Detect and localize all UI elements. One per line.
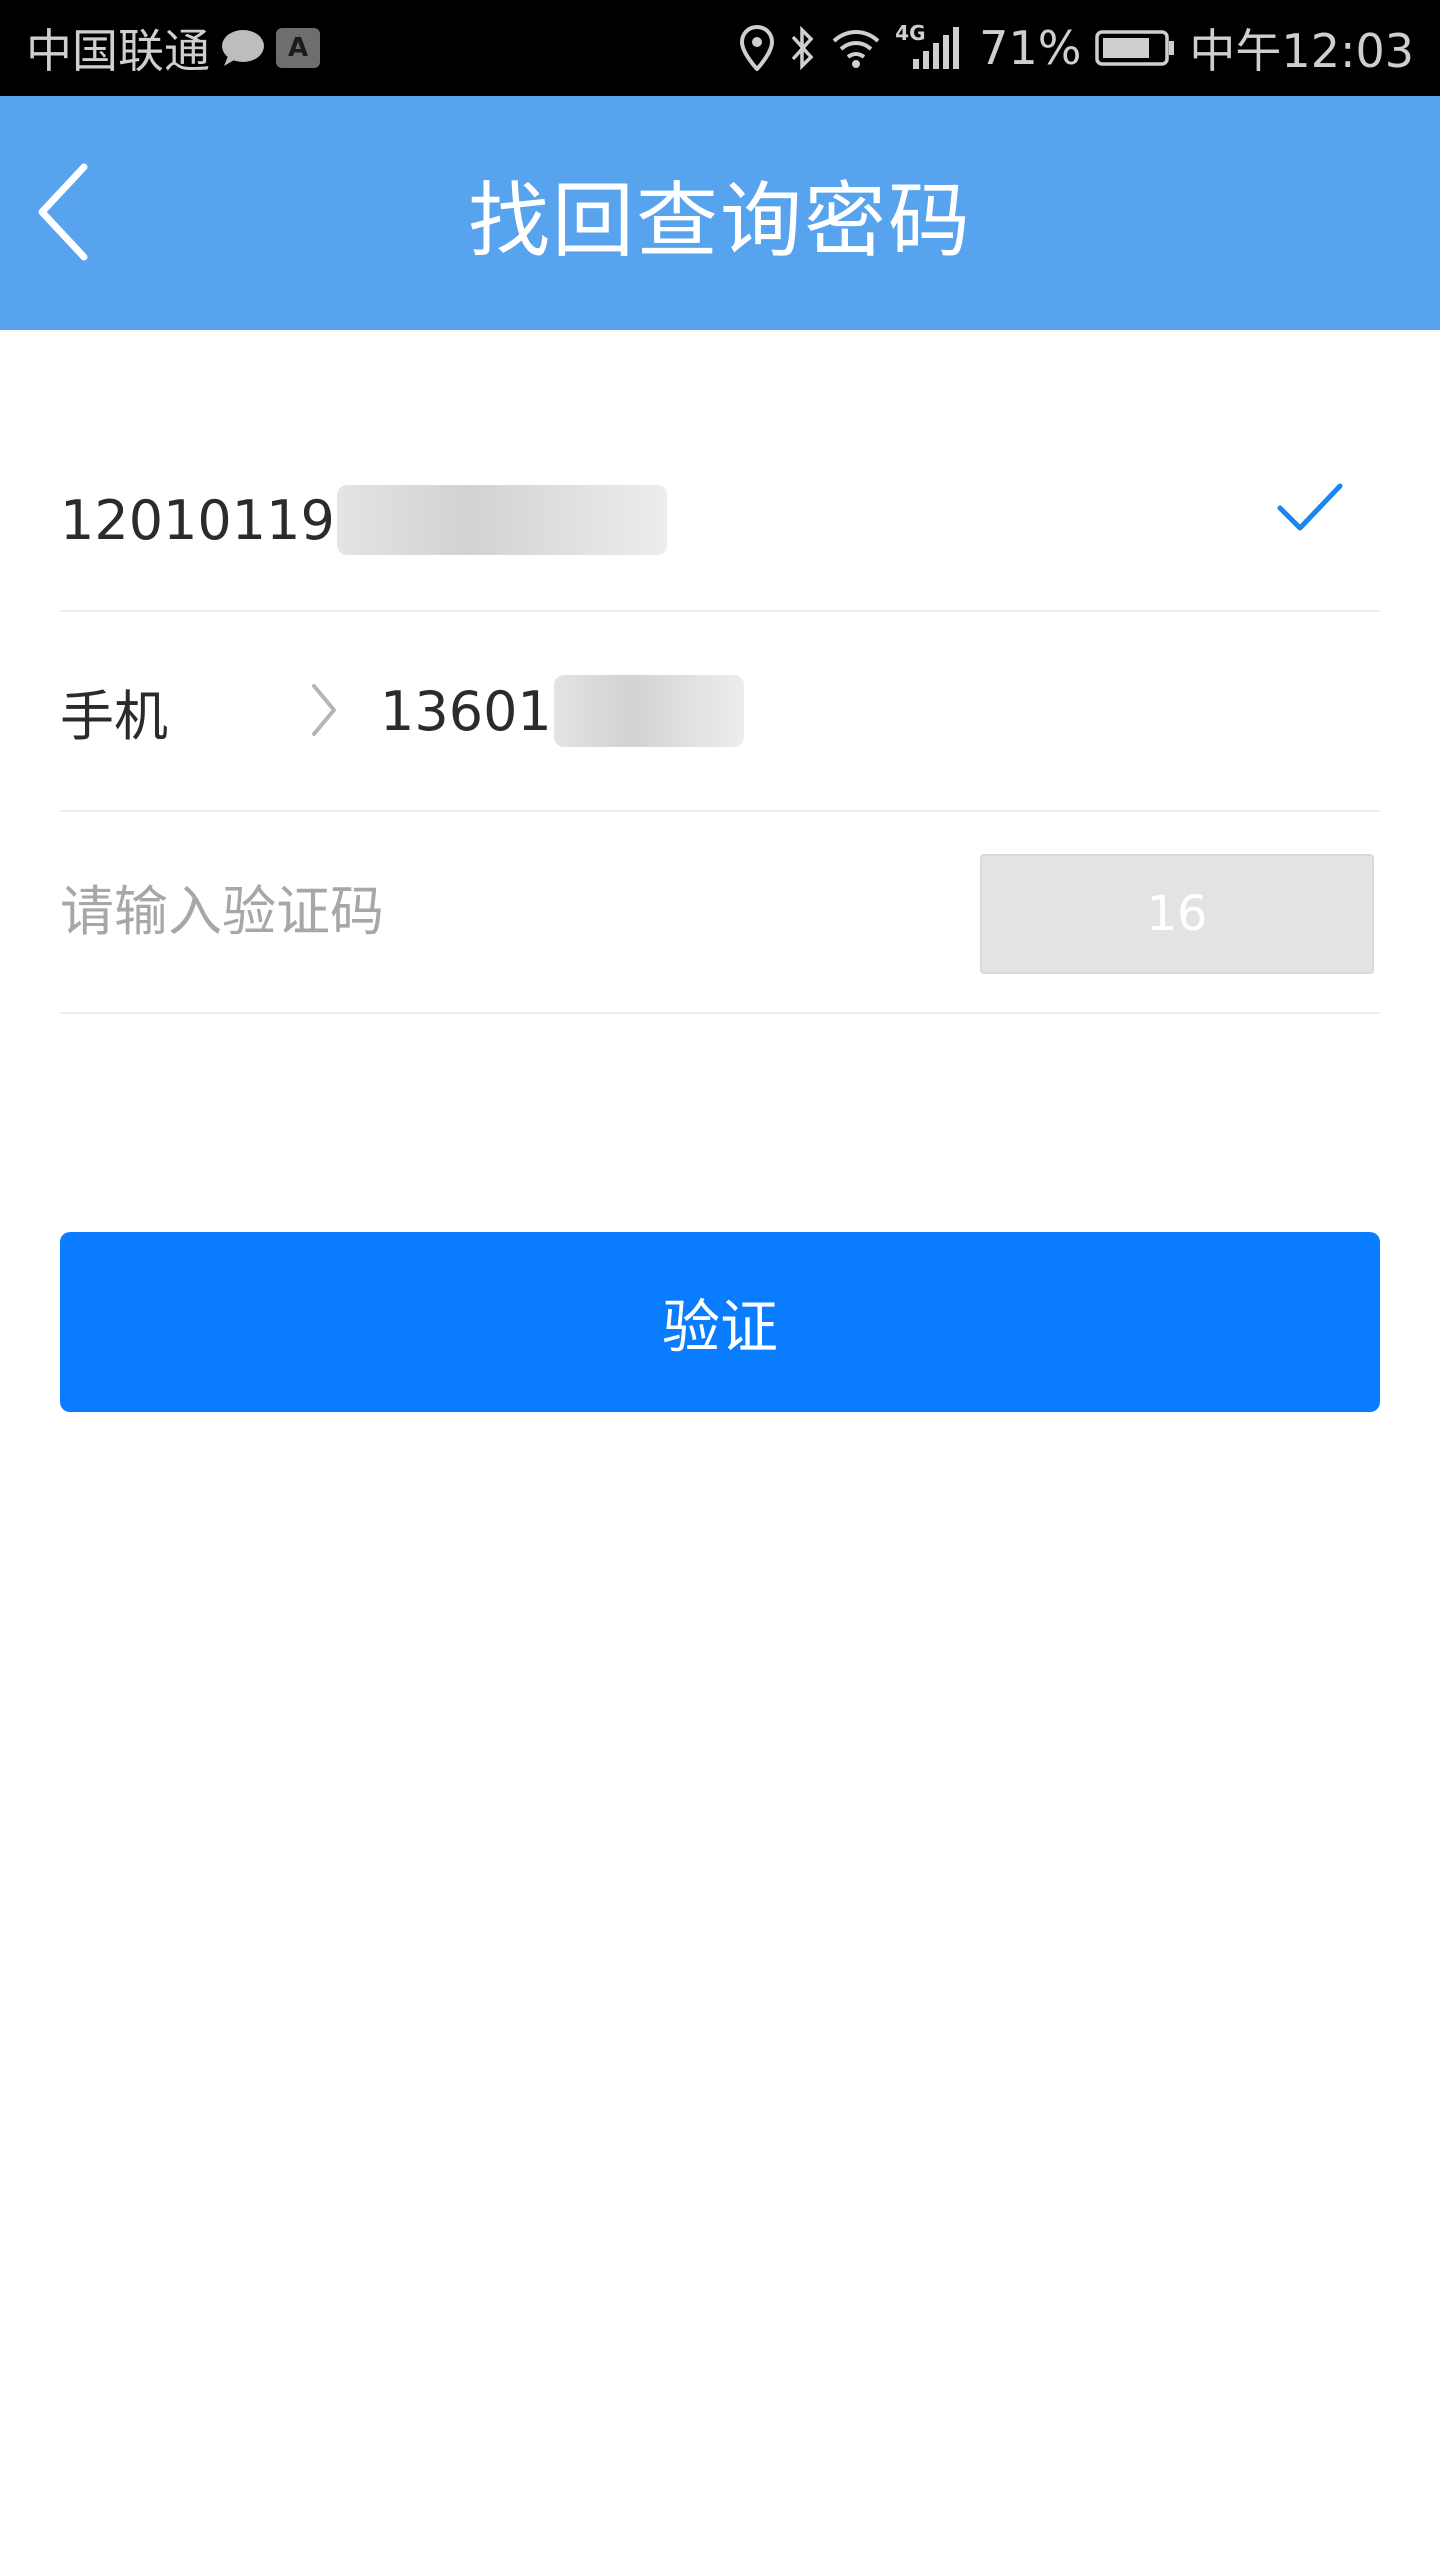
id-number-row: 12010119: [60, 430, 1380, 612]
resend-countdown-button[interactable]: 16: [980, 854, 1374, 974]
page-title: 找回查询密码: [467, 173, 972, 269]
id-number-blur-mask: [336, 485, 667, 555]
id-number-text: 12010119: [60, 488, 335, 552]
bluetooth-icon: [789, 25, 817, 71]
phone-value: 13601: [380, 612, 744, 810]
id-number-field: 12010119: [60, 470, 667, 570]
network-type-label: 4G: [895, 21, 926, 45]
battery-percent: 71%: [979, 21, 1082, 75]
check-icon: [1277, 483, 1343, 531]
clock: 中午12:03: [1189, 24, 1414, 78]
status-bar: 中国联通 A 4G 71% 中午12:03: [0, 0, 1440, 96]
message-icon: [220, 28, 266, 68]
status-left: 中国联通 A: [26, 0, 320, 96]
app-badge-icon: A: [276, 28, 320, 68]
phone-row[interactable]: 手机 13601: [60, 612, 1380, 812]
battery-icon: [1095, 28, 1175, 68]
signal-icon: 4G: [895, 21, 965, 71]
verification-code-input[interactable]: [60, 812, 960, 1010]
phone-number-blur-mask: [553, 675, 744, 747]
wifi-icon: [831, 27, 881, 69]
phone-number-text: 13601: [380, 679, 552, 743]
phone-label: 手机: [60, 684, 168, 748]
status-right: 4G 71% 中午12:03: [739, 0, 1414, 96]
screen: 中国联通 A 4G 71% 中午12:03 找回查询密码 12010119 手机…: [0, 0, 1440, 2560]
verification-code-row: 16: [60, 812, 1380, 1014]
location-icon: [739, 25, 775, 71]
app-header: 找回查询密码: [0, 96, 1440, 330]
verify-button[interactable]: 验证: [60, 1232, 1380, 1412]
chevron-right-icon: [312, 684, 336, 736]
carrier-name: 中国联通: [26, 24, 210, 78]
